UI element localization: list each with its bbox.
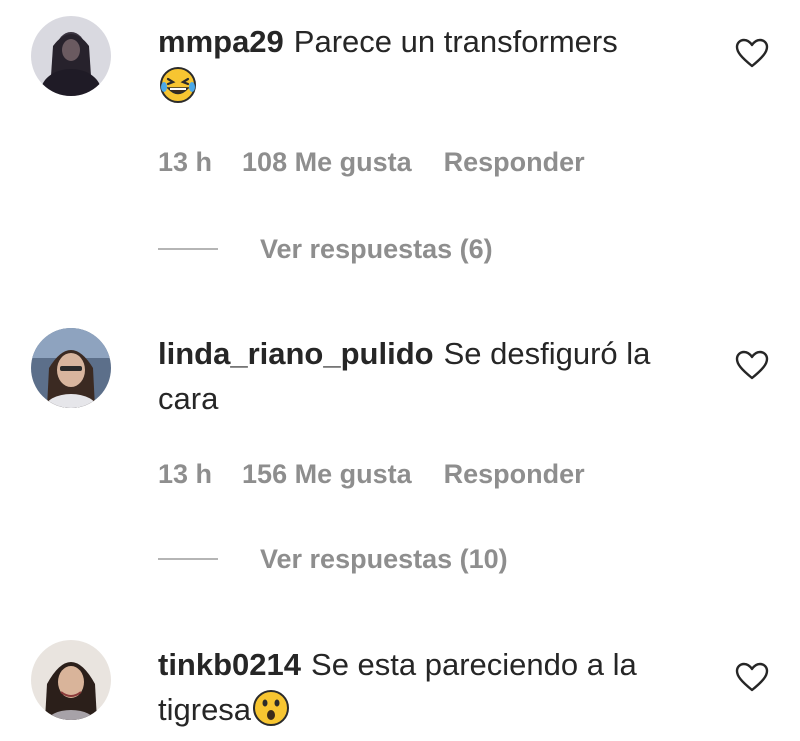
view-replies-label: Ver respuestas (10) — [260, 543, 508, 574]
comment-body: Parece un transformers — [293, 24, 618, 59]
astonished-face-emoji-icon — [251, 688, 291, 728]
replies-divider — [158, 248, 218, 250]
comment-time: 13 h — [158, 147, 213, 177]
username[interactable]: mmpa29 — [158, 24, 284, 59]
reply-button[interactable]: Responder — [444, 147, 585, 178]
username[interactable]: tinkb0214 — [158, 647, 301, 682]
comment-meta: 13 h 108 Me gusta Responder — [158, 147, 585, 178]
like-heart-icon[interactable] — [735, 350, 769, 380]
view-replies-label: Ver respuestas (6) — [260, 233, 493, 264]
view-replies-button[interactable]: Ver respuestas (10) — [158, 539, 508, 579]
comment-meta: 13 h 156 Me gusta Responder — [158, 459, 585, 490]
avatar[interactable] — [31, 640, 111, 720]
like-heart-icon[interactable] — [735, 662, 769, 692]
comment-text: tinkb0214 Se esta pareciendo a la tigresa — [158, 642, 698, 732]
like-heart-icon[interactable] — [735, 38, 769, 68]
avatar[interactable] — [31, 16, 111, 96]
replies-divider — [158, 558, 218, 560]
comment-text: mmpa29 Parece un transformers — [158, 19, 698, 109]
like-count[interactable]: 156 Me gusta — [242, 459, 412, 490]
comment-text: linda_riano_pulido Se desfiguró la cara — [158, 331, 698, 421]
comment-time: 13 h — [158, 459, 213, 489]
like-count[interactable]: 108 Me gusta — [242, 147, 412, 178]
avatar[interactable] — [31, 328, 111, 408]
username[interactable]: linda_riano_pulido — [158, 336, 434, 371]
laughing-tears-emoji-icon — [158, 65, 198, 105]
reply-button[interactable]: Responder — [444, 459, 585, 490]
view-replies-button[interactable]: Ver respuestas (6) — [158, 229, 493, 269]
